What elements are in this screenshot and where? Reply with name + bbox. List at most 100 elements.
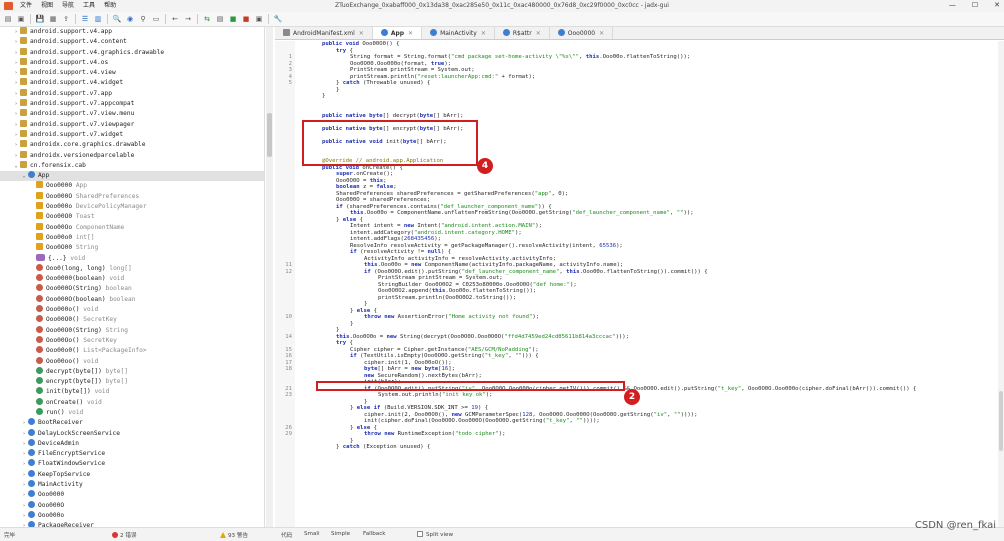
tree-node[interactable]: Ooo0O00 String [0,243,264,253]
errors-count[interactable]: 2 错误 [112,531,137,539]
tab-close-icon[interactable]: ✕ [536,30,541,37]
stop-icon[interactable]: ■ [241,14,251,24]
tree-node[interactable]: › androidx.versionedparcelable [0,150,264,161]
tree-node[interactable]: › DeviceAdmin [0,438,264,449]
chevron-right-icon[interactable]: › [12,140,20,150]
tree-node[interactable]: › android.support.v4.content [0,37,264,47]
flatten-packages-icon[interactable]: ▥ [93,14,103,24]
tree-node[interactable]: › android.support.v7.widget [0,129,264,140]
export-icon[interactable]: ⇪ [61,14,71,24]
chevron-right-icon[interactable]: › [12,151,20,161]
chevron-right-icon[interactable]: › [20,418,28,428]
chevron-down-icon[interactable]: ⌄ [12,161,20,171]
chevron-right-icon[interactable]: › [12,120,20,130]
text-search-icon[interactable]: ▭ [151,14,161,24]
code-editor[interactable]: public void Ooo00O0() {try {String forma… [296,41,998,527]
tree-node[interactable]: ⌄ cn.forensix.cab [0,160,264,171]
tree-node[interactable]: › BootReceiver [0,418,264,428]
tab-close-icon[interactable]: ✕ [481,30,486,37]
chevron-right-icon[interactable]: › [12,109,20,119]
chevron-right-icon[interactable]: › [12,68,20,78]
search-icon[interactable]: 🔍 [112,14,122,24]
save-icon[interactable]: 💾 [35,14,45,24]
save-all-icon[interactable]: ▦ [48,14,58,24]
tree-node[interactable]: Ooo00Oo ComponentName [0,222,264,233]
mode-code[interactable]: 代码 [281,531,292,539]
tree-node[interactable]: Ooo0(long, long) long[] [0,263,264,274]
tab-app[interactable]: App ✕ [372,27,423,39]
tree-node[interactable]: init(byte[]) void [0,387,264,397]
tree-node[interactable]: › android.support.v4.graphics.drawable [0,47,264,58]
menu-item[interactable]: 导航 [62,2,74,10]
tree-node[interactable]: Ooo000O(String) boolean [0,284,264,294]
class-tree[interactable]: › android.support.v4.app › android.support.… [0,27,265,527]
tree-node[interactable]: › FileEncryptService [0,449,264,459]
chevron-right-icon[interactable]: › [12,37,20,47]
tree-node[interactable]: › android.support.v7.view.menu [0,109,264,119]
tree-node[interactable]: decrypt(byte[]) byte[] [0,366,264,377]
tree-node[interactable]: Ooo00Oo() SecretKey [0,335,264,346]
tree-node[interactable]: ⌄ App [0,171,264,182]
close-icon[interactable]: ✕ [994,1,1000,9]
tree-node[interactable]: Ooo00O0(String) String [0,325,264,336]
menu-item[interactable]: 工具 [83,2,95,10]
find-usage-icon[interactable]: ⚲ [138,14,148,24]
tree-node[interactable]: {...} void [0,253,264,264]
deobfuscation-icon[interactable]: ⇆ [202,14,212,24]
tree-node[interactable]: › androidx.core.graphics.drawable [0,140,264,150]
chevron-right-icon[interactable]: › [20,449,28,459]
tree-node[interactable]: Ooo00O0 Toast [0,212,264,222]
minimize-icon[interactable]: — [949,1,956,9]
tree-node[interactable]: › android.support.v4.os [0,57,264,68]
tree-node[interactable]: Ooo000O SharedPreferences [0,191,264,202]
tab-ooo0000[interactable]: Ooo0000 ✕ [550,27,614,39]
menu-item[interactable]: 文件 [20,2,32,10]
chevron-right-icon[interactable]: › [20,459,28,469]
tree-node[interactable]: › MainActivity [0,480,264,490]
menu-item[interactable]: 帮助 [104,2,116,10]
split-view-checkbox[interactable] [417,531,423,537]
log-viewer-icon[interactable]: ▤ [215,14,225,24]
add-file-icon[interactable]: ▣ [16,14,26,24]
tree-node[interactable]: › android.support.v7.appcompat [0,99,264,109]
tree-node[interactable]: Ooo00O0() SecretKey [0,315,264,325]
tree-node[interactable]: › Ooo000o [0,510,264,521]
tree-node[interactable]: Ooo0000(boolean) void [0,274,264,284]
tree-scrollbar[interactable] [266,27,273,527]
tree-scrollbar-thumb[interactable] [267,113,272,157]
tree-node[interactable]: › android.support.v7.viewpager [0,119,264,130]
tree-node[interactable]: Ooo00o0() List<PackageInfo> [0,346,264,356]
tree-node[interactable]: encrypt(byte[]) byte[] [0,377,264,387]
quick-tabs-icon[interactable]: ▣ [254,14,264,24]
menu-item[interactable]: 视图 [41,2,53,10]
tree-node[interactable]: Ooo00o0 int[] [0,232,264,243]
chevron-right-icon[interactable]: › [20,511,28,521]
tree-node[interactable]: › FloatWindowService [0,459,264,469]
chevron-down-icon[interactable]: ⌄ [20,171,28,181]
tree-node[interactable]: onCreate() void [0,397,264,408]
preferences-icon[interactable]: 🔧 [273,14,283,24]
chevron-right-icon[interactable]: › [12,27,20,37]
tree-node[interactable]: › DelayLockScreenService [0,428,264,439]
tab-close-icon[interactable]: ✕ [359,30,364,37]
tab-r-attr[interactable]: R$attr ✕ [495,27,550,39]
chevron-right-icon[interactable]: › [12,99,20,109]
maximize-icon[interactable]: ☐ [972,1,978,9]
chevron-right-icon[interactable]: › [20,480,28,490]
chevron-right-icon[interactable]: › [20,501,28,511]
warnings-count[interactable]: 93 警告 [220,531,248,539]
tab-close-icon[interactable]: ✕ [599,30,604,37]
tree-node[interactable]: › Ooo0000 [0,490,264,500]
split-view-toggle[interactable]: Split view [417,531,453,538]
chevron-right-icon[interactable]: › [20,470,28,480]
mode-fallback[interactable]: Fallback [363,531,386,537]
find-class-icon[interactable]: ◉ [125,14,135,24]
tree-node[interactable]: › android.support.v7.app [0,88,264,99]
chevron-right-icon[interactable]: › [12,130,20,140]
chevron-right-icon[interactable]: › [12,48,20,58]
chevron-right-icon[interactable]: › [12,89,20,99]
back-icon[interactable]: ← [170,14,180,24]
tree-node[interactable]: › KeepTopService [0,469,264,480]
chevron-right-icon[interactable]: › [12,58,20,68]
tree-node[interactable]: Ooo000o() void [0,305,264,315]
